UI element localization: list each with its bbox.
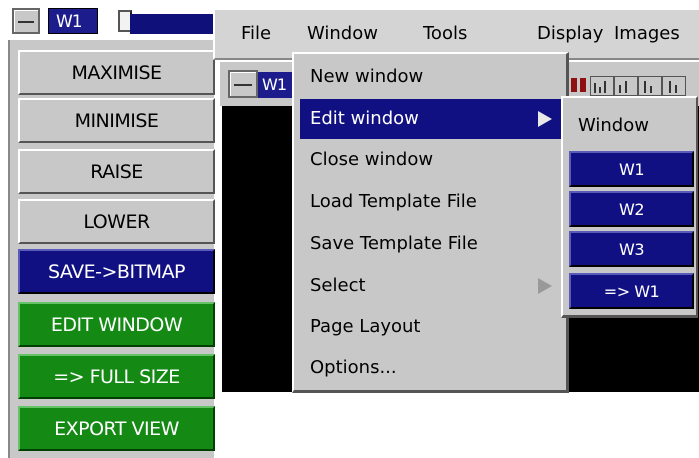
record-icon[interactable]	[571, 78, 577, 92]
step-back-icon[interactable]	[614, 76, 638, 96]
menu-item-select[interactable]: Select	[300, 266, 562, 306]
menu-item-edit-window[interactable]: Edit window	[300, 99, 562, 139]
window-control-panel: W1 MAXIMISE MINIMISE RAISE LOWER SAVE->B…	[0, 0, 215, 458]
menu-item-label: Options...	[310, 357, 397, 378]
menu-item-label: Load Template File	[310, 191, 477, 212]
menu-file[interactable]: File	[241, 10, 271, 58]
play-icon[interactable]	[638, 76, 662, 96]
raise-button[interactable]: RAISE	[18, 149, 215, 194]
menu-item-label: Select	[310, 275, 366, 296]
menu-item-options[interactable]: Options...	[300, 348, 562, 388]
submenu-item-w2[interactable]: W2	[569, 191, 694, 227]
menu-item-label: Edit window	[310, 108, 419, 129]
window-tab-w1[interactable]: W1	[48, 8, 98, 34]
submenu-title: Window	[578, 115, 649, 136]
menu-item-label: Close window	[310, 149, 434, 170]
submenu-arrow-icon	[538, 111, 552, 127]
lower-button[interactable]: LOWER	[18, 199, 215, 244]
menu-item-label: Page Layout	[310, 316, 421, 337]
submenu-item-current-w1[interactable]: => W1	[569, 273, 694, 309]
rewind-icon[interactable]	[590, 76, 614, 96]
save-bitmap-button[interactable]: SAVE->BITMAP	[18, 249, 215, 294]
menu-item-load-template[interactable]: Load Template File	[300, 182, 562, 222]
menu-item-label: Save Template File	[310, 233, 478, 254]
menu-tools[interactable]: Tools	[423, 10, 467, 58]
menu-item-new-window[interactable]: New window	[300, 57, 562, 97]
menu-item-close-window[interactable]: Close window	[300, 140, 562, 180]
menu-item-save-template[interactable]: Save Template File	[300, 224, 562, 264]
window-bottom-area	[222, 392, 699, 458]
window-dropdown-menu: New window Edit window Close window Load…	[292, 52, 569, 393]
minimise-button[interactable]: MINIMISE	[18, 98, 215, 143]
minus-icon	[18, 21, 34, 23]
export-view-button[interactable]: EXPORT VIEW	[18, 406, 215, 451]
menu-item-page-layout[interactable]: Page Layout	[300, 307, 562, 347]
menu-item-label: New window	[310, 66, 424, 87]
minimize-button[interactable]	[12, 8, 40, 34]
menu-images[interactable]: Images	[614, 10, 680, 58]
record-icon[interactable]	[580, 78, 586, 92]
full-size-button[interactable]: => FULL SIZE	[18, 354, 215, 399]
edit-window-button[interactable]: EDIT WINDOW	[18, 302, 215, 347]
menu-display[interactable]: Display	[537, 10, 603, 58]
menu-window[interactable]: Window	[307, 10, 378, 58]
submenu-item-w3[interactable]: W3	[569, 231, 694, 267]
step-forward-icon[interactable]	[662, 76, 686, 96]
submenu-item-w1[interactable]: W1	[569, 151, 694, 187]
minus-icon	[234, 84, 252, 86]
maximise-button[interactable]: MAXIMISE	[18, 50, 215, 95]
view-minimize-button[interactable]	[228, 70, 258, 98]
submenu-arrow-icon	[538, 278, 552, 294]
panel-title-strip	[130, 14, 214, 34]
